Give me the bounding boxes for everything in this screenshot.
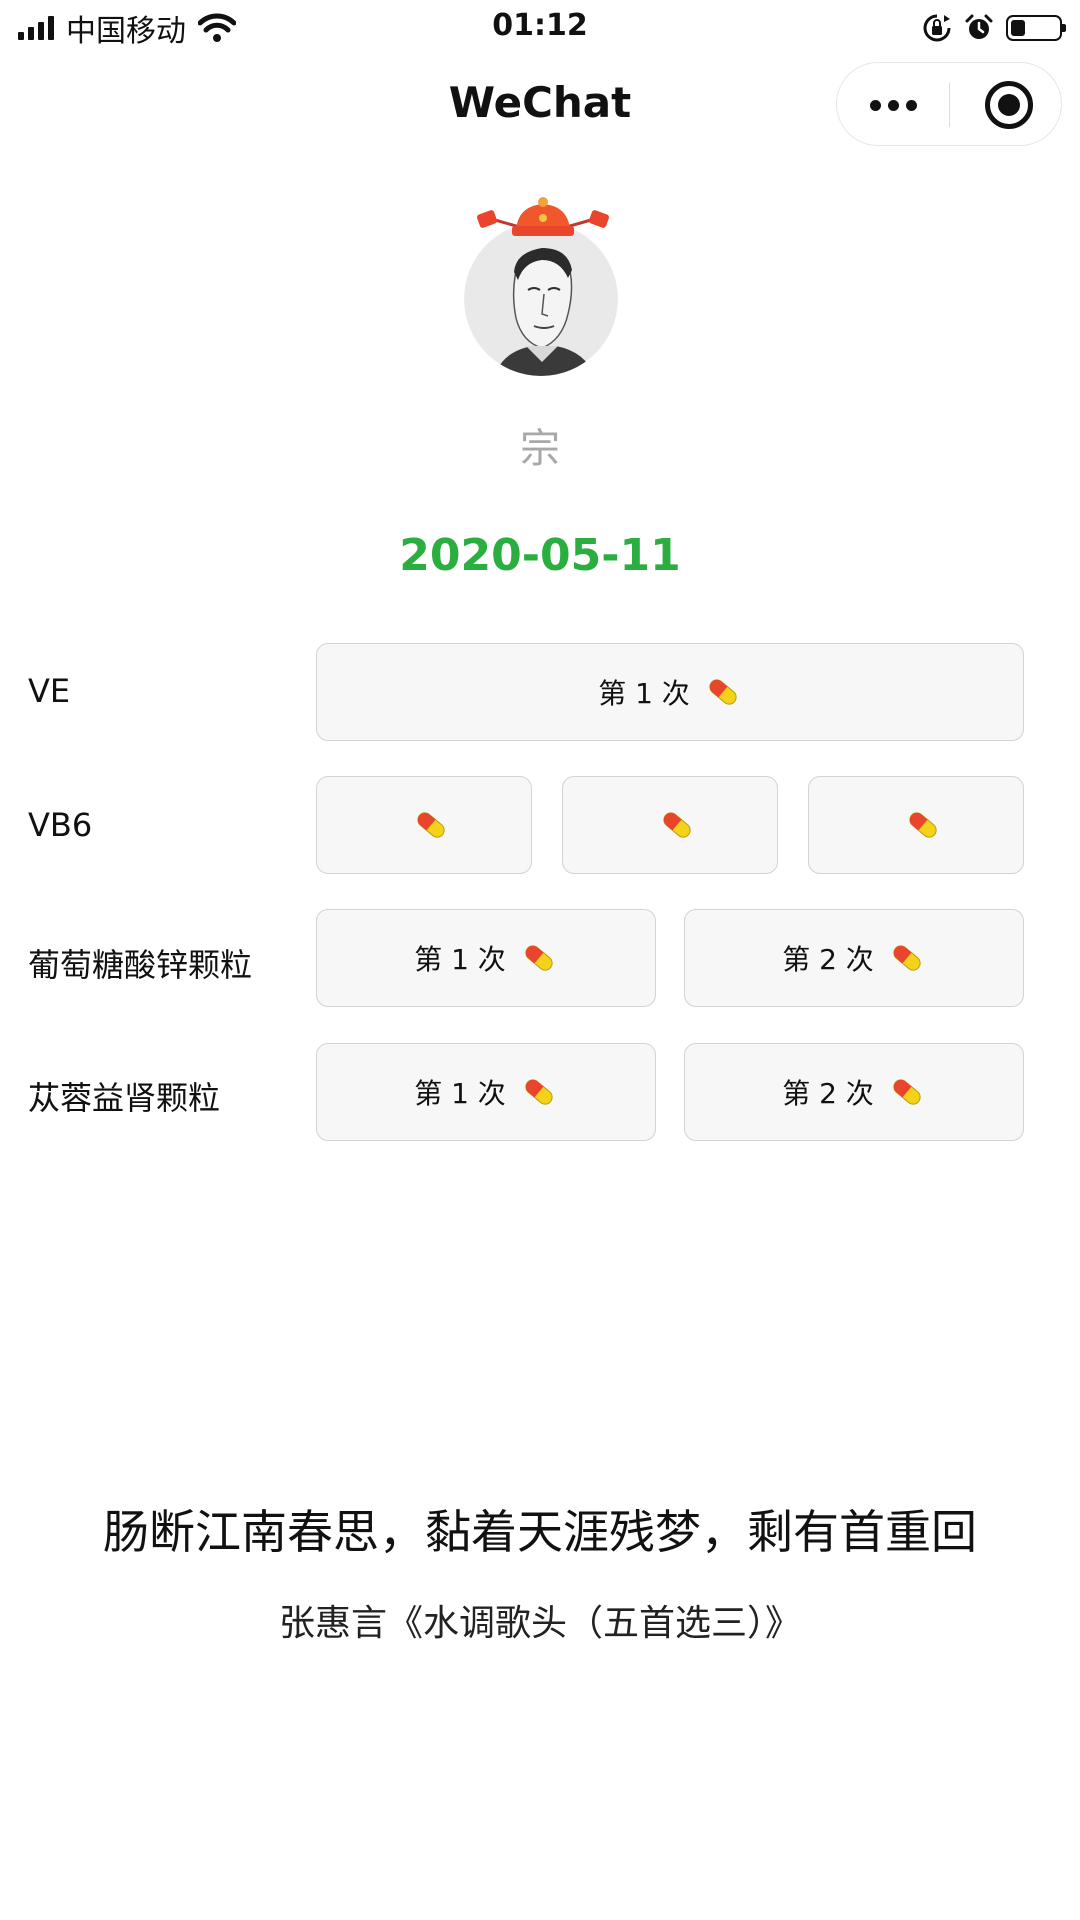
pill-icon bbox=[663, 812, 691, 838]
hat-icon bbox=[476, 197, 610, 236]
dose-button[interactable]: 第 1 次 bbox=[316, 643, 1024, 741]
dose-button[interactable] bbox=[808, 776, 1024, 874]
dose-button[interactable]: 第 1 次 bbox=[316, 909, 656, 1007]
pill-icon bbox=[893, 945, 921, 971]
med-label: VB6 bbox=[28, 806, 93, 844]
dose-label: 第 1 次 bbox=[598, 677, 690, 710]
dose-label: 第 1 次 bbox=[414, 943, 506, 976]
pill-icon bbox=[525, 945, 553, 971]
dose-button[interactable]: 第 2 次 bbox=[684, 909, 1024, 1007]
med-label: VE bbox=[28, 672, 71, 710]
dose-button[interactable]: 第 1 次 bbox=[316, 1043, 656, 1141]
poem-author: 张惠言《水调歌头（五首选三）》 bbox=[278, 1603, 801, 1644]
battery-fill bbox=[1011, 20, 1025, 36]
status-bar: 中国移动 01:12 bbox=[0, 0, 1080, 56]
alarm-icon bbox=[965, 14, 993, 39]
dose-label: 第 2 次 bbox=[782, 1077, 874, 1110]
more-icon[interactable] bbox=[837, 63, 949, 147]
dose-button[interactable] bbox=[562, 776, 778, 874]
pill-icon bbox=[525, 1079, 553, 1105]
capsule-divider bbox=[949, 83, 950, 127]
date-display[interactable]: 2020-05-11 bbox=[0, 530, 1080, 581]
battery-icon bbox=[1006, 15, 1066, 41]
close-miniprogram-icon[interactable] bbox=[985, 81, 1033, 129]
pill-icon bbox=[417, 812, 445, 838]
med-label: 葡萄糖酸锌颗粒 bbox=[28, 946, 253, 984]
status-right bbox=[922, 10, 1066, 46]
user-name: 宗 bbox=[520, 426, 560, 472]
med-label: 苁蓉益肾颗粒 bbox=[28, 1079, 221, 1117]
miniprogram-capsule bbox=[836, 62, 1062, 146]
status-time: 01:12 bbox=[492, 8, 588, 43]
dose-label: 第 2 次 bbox=[782, 943, 874, 976]
avatar bbox=[464, 222, 618, 376]
dose-button[interactable] bbox=[316, 776, 532, 874]
dose-button[interactable]: 第 2 次 bbox=[684, 1043, 1024, 1141]
poem-quote: 肠断江南春思，黏着天涯残梦，剩有首重回 bbox=[103, 1505, 977, 1559]
pill-icon bbox=[893, 1079, 921, 1105]
pill-icon bbox=[709, 679, 737, 705]
pill-icon bbox=[909, 812, 937, 838]
rotation-lock-icon bbox=[923, 14, 951, 42]
dose-label: 第 1 次 bbox=[414, 1077, 506, 1110]
